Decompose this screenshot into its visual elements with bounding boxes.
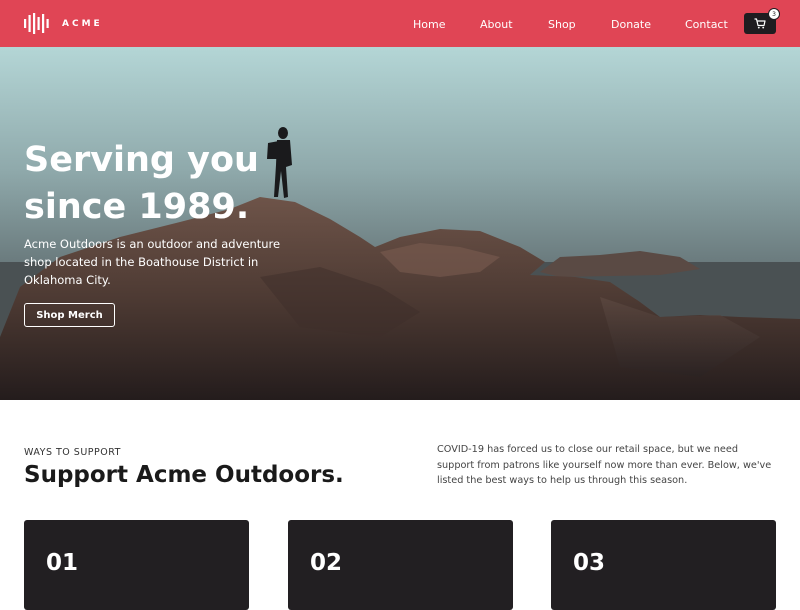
- hero-title-line-2: since 1989.: [24, 187, 250, 227]
- nav-contact[interactable]: Contact: [685, 18, 728, 31]
- shop-merch-button[interactable]: Shop Merch: [24, 303, 115, 327]
- cart-button[interactable]: 3: [744, 8, 780, 34]
- site-header: ACME Home About Shop Donate Contact 3: [0, 0, 800, 47]
- nav-home[interactable]: Home: [413, 18, 445, 31]
- card-number: 01: [46, 550, 79, 576]
- cart-count-badge: 3: [768, 8, 780, 20]
- section-description: COVID-19 has forced us to close our reta…: [437, 444, 772, 486]
- hero-title: Serving you since 1989.: [24, 137, 324, 231]
- support-card-1[interactable]: 01: [24, 520, 249, 610]
- support-card-2[interactable]: 02: [288, 520, 513, 610]
- card-number: 02: [310, 550, 343, 576]
- nav-shop[interactable]: Shop: [548, 18, 576, 31]
- hero-description: Acme Outdoors is an outdoor and adventur…: [24, 237, 281, 287]
- nav-donate[interactable]: Donate: [611, 18, 651, 31]
- support-card-3[interactable]: 03: [551, 520, 776, 610]
- cart-icon: [754, 18, 766, 29]
- brand-logo[interactable]: ACME: [24, 13, 103, 34]
- brand-name: ACME: [62, 18, 103, 29]
- soundwave-logo-icon: [24, 13, 49, 34]
- nav-about[interactable]: About: [480, 18, 513, 31]
- section-eyebrow: WAYS TO SUPPORT: [24, 447, 121, 458]
- hero-title-line-1: Serving you: [24, 140, 259, 180]
- section-title: Support Acme Outdoors.: [24, 462, 344, 488]
- card-number: 03: [573, 550, 606, 576]
- hero-section: Serving you since 1989. Acme Outdoors is…: [0, 47, 800, 400]
